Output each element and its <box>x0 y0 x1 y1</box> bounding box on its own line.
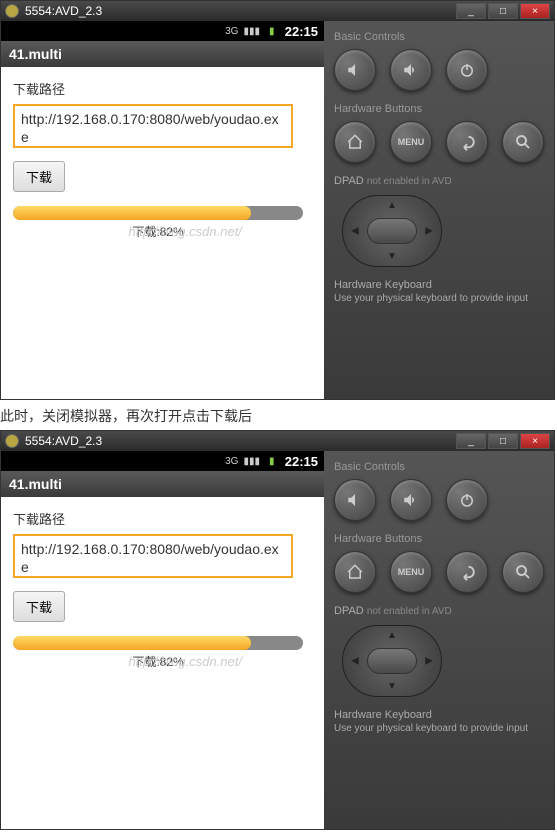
progress-fill <box>13 636 251 650</box>
search-button[interactable] <box>502 551 544 593</box>
volume-down-button[interactable] <box>334 479 376 521</box>
status-bar: 3G ▮▮▮ ▮ 22:15 <box>1 21 324 41</box>
dpad-ring[interactable]: ▲ ▼ ◀ ▶ <box>342 195 442 267</box>
dpad-ring[interactable]: ▲ ▼ ◀ ▶ <box>342 625 442 697</box>
emulator-body: 3G ▮▮▮ ▮ 22:15 41.multi 下载路径 http://192.… <box>1 21 554 399</box>
keyboard-note: Use your physical keyboard to provide in… <box>334 723 544 734</box>
emulator-window-1: 5554:AVD_2.3 _ □ × 3G ▮▮▮ ▮ 22:15 41.mul… <box>0 0 555 400</box>
dpad-label-row: DPAD not enabled in AVD <box>334 175 544 187</box>
dpad-left-icon[interactable]: ◀ <box>351 656 359 667</box>
search-button[interactable] <box>502 121 544 163</box>
menu-button[interactable]: MENU <box>390 551 432 593</box>
progress-bar <box>13 636 303 650</box>
basic-controls-label: Basic Controls <box>334 461 544 473</box>
signal-icon: ▮▮▮ <box>245 24 259 38</box>
window-title: 5554:AVD_2.3 <box>25 434 456 448</box>
app-icon <box>5 4 19 18</box>
maximize-button[interactable]: □ <box>488 433 518 449</box>
close-button[interactable]: × <box>520 433 550 449</box>
app-content: 下载路径 http://192.168.0.170:8080/web/youda… <box>1 497 324 829</box>
status-time: 22:15 <box>285 24 318 39</box>
dpad-label-row: DPAD not enabled in AVD <box>334 605 544 617</box>
phone-screen: 3G ▮▮▮ ▮ 22:15 41.multi 下载路径 http://192.… <box>1 21 324 399</box>
back-button[interactable] <box>446 551 488 593</box>
progress-bar <box>13 206 303 220</box>
hardware-buttons-row: MENU <box>334 121 544 163</box>
side-panel: Basic Controls Hardware Buttons MENU DPA… <box>324 451 554 829</box>
app-title: 41.multi <box>1 41 324 67</box>
dpad-down-icon[interactable]: ▼ <box>387 251 397 262</box>
dpad-note: not enabled in AVD <box>367 176 452 187</box>
dpad-center-button[interactable] <box>367 648 417 674</box>
close-button[interactable]: × <box>520 3 550 19</box>
title-bar[interactable]: 5554:AVD_2.3 _ □ × <box>1 1 554 21</box>
emulator-window-2: 5554:AVD_2.3 _ □ × 3G ▮▮▮ ▮ 22:15 41.mul… <box>0 430 555 830</box>
watermark: http://blog.csdn.net/ <box>128 224 241 239</box>
dpad-left-icon[interactable]: ◀ <box>351 226 359 237</box>
app-content: 下载路径 http://192.168.0.170:8080/web/youda… <box>1 67 324 399</box>
back-button[interactable] <box>446 121 488 163</box>
emulator-body: 3G ▮▮▮ ▮ 22:15 41.multi 下载路径 http://192.… <box>1 451 554 829</box>
dpad-right-icon[interactable]: ▶ <box>425 226 433 237</box>
keyboard-label: Hardware Keyboard <box>334 279 544 291</box>
app-icon <box>5 434 19 448</box>
home-button[interactable] <box>334 551 376 593</box>
status-time: 22:15 <box>285 454 318 469</box>
dpad-center-button[interactable] <box>367 218 417 244</box>
power-button[interactable] <box>446 49 488 91</box>
hardware-buttons-label: Hardware Buttons <box>334 103 544 115</box>
hardware-buttons-row: MENU <box>334 551 544 593</box>
keyboard-label: Hardware Keyboard <box>334 709 544 721</box>
battery-icon: ▮ <box>265 24 279 38</box>
network-3g-icon: 3G <box>225 24 239 38</box>
window-controls: _ □ × <box>456 3 550 19</box>
menu-button[interactable]: MENU <box>390 121 432 163</box>
volume-up-button[interactable] <box>390 479 432 521</box>
url-input[interactable]: http://192.168.0.170:8080/web/youdao.exe <box>13 104 293 148</box>
side-panel: Basic Controls Hardware Buttons MENU DPA… <box>324 21 554 399</box>
dpad-up-icon[interactable]: ▲ <box>387 200 397 211</box>
download-button[interactable]: 下载 <box>13 161 65 192</box>
dpad-label: DPAD <box>334 175 364 187</box>
battery-icon: ▮ <box>265 454 279 468</box>
signal-icon: ▮▮▮ <box>245 454 259 468</box>
maximize-button[interactable]: □ <box>488 3 518 19</box>
keyboard-note: Use your physical keyboard to provide in… <box>334 293 544 304</box>
download-button[interactable]: 下载 <box>13 591 65 622</box>
minimize-button[interactable]: _ <box>456 3 486 19</box>
url-label: 下载路径 <box>13 509 312 528</box>
window-controls: _ □ × <box>456 433 550 449</box>
dpad-up-icon[interactable]: ▲ <box>387 630 397 641</box>
title-bar[interactable]: 5554:AVD_2.3 _ □ × <box>1 431 554 451</box>
app-title: 41.multi <box>1 471 324 497</box>
volume-down-button[interactable] <box>334 49 376 91</box>
dpad-note: not enabled in AVD <box>367 606 452 617</box>
dpad: ▲ ▼ ◀ ▶ <box>342 625 442 697</box>
progress-fill <box>13 206 251 220</box>
watermark: http://blog.csdn.net/ <box>128 654 241 669</box>
url-label: 下载路径 <box>13 79 312 98</box>
url-input[interactable]: http://192.168.0.170:8080/web/youdao.exe <box>13 534 293 578</box>
status-bar: 3G ▮▮▮ ▮ 22:15 <box>1 451 324 471</box>
dpad: ▲ ▼ ◀ ▶ <box>342 195 442 267</box>
basic-controls-label: Basic Controls <box>334 31 544 43</box>
dpad-label: DPAD <box>334 605 364 617</box>
window-title: 5554:AVD_2.3 <box>25 4 456 18</box>
basic-controls-row <box>334 49 544 91</box>
home-button[interactable] <box>334 121 376 163</box>
dpad-right-icon[interactable]: ▶ <box>425 656 433 667</box>
basic-controls-row <box>334 479 544 521</box>
minimize-button[interactable]: _ <box>456 433 486 449</box>
network-3g-icon: 3G <box>225 454 239 468</box>
power-button[interactable] <box>446 479 488 521</box>
caption-text: 此时，关闭模拟器，再次打开点击下载后 <box>0 402 557 430</box>
volume-up-button[interactable] <box>390 49 432 91</box>
phone-screen: 3G ▮▮▮ ▮ 22:15 41.multi 下载路径 http://192.… <box>1 451 324 829</box>
hardware-buttons-label: Hardware Buttons <box>334 533 544 545</box>
dpad-down-icon[interactable]: ▼ <box>387 681 397 692</box>
